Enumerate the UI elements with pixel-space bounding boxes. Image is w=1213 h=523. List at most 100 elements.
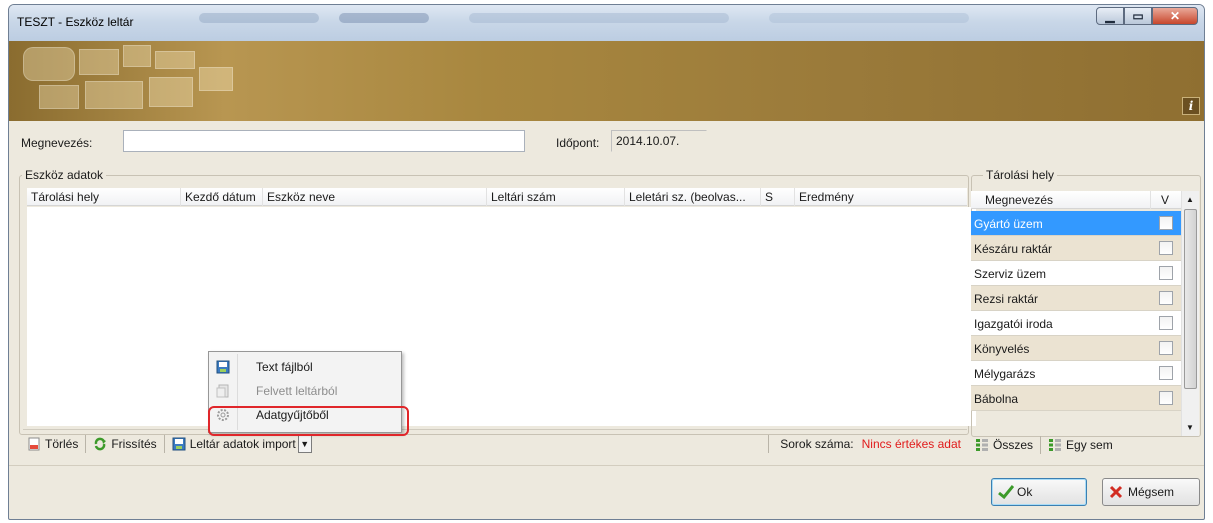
select-none-button[interactable]: Egy sem [1044, 434, 1117, 456]
refresh-button[interactable]: Frissítés [89, 433, 160, 455]
storage-name: Készáru raktár [974, 242, 1053, 256]
disk-import-icon [216, 360, 230, 374]
banner-decoration [155, 51, 195, 69]
select-all-label: Összes [993, 438, 1034, 452]
banner-decoration [79, 49, 119, 75]
window-title: TESZT - Eszköz leltár [17, 15, 134, 29]
storage-checkbox[interactable] [1159, 316, 1173, 330]
list-item[interactable]: Igazgatói iroda [971, 311, 1181, 336]
column-header[interactable]: Leletári sz. (beolvas... [625, 188, 761, 206]
list-item[interactable]: Bábolna [971, 386, 1181, 411]
name-label: Megnevezés: [21, 136, 93, 150]
storage-checkbox[interactable] [1159, 266, 1173, 280]
name-input[interactable] [123, 130, 525, 152]
close-button[interactable]: ✕ [1152, 7, 1198, 25]
scroll-thumb[interactable] [1184, 209, 1197, 389]
document-icon [216, 384, 230, 398]
ok-label: Ok [1017, 485, 1033, 499]
list-item[interactable]: Szerviz üzem [971, 261, 1181, 286]
storage-toolbar: Összes Egy sem [971, 431, 1199, 459]
separator [768, 434, 770, 453]
list-item[interactable]: Készáru raktár [971, 236, 1181, 261]
menu-item-label: Felvett leltárból [256, 384, 338, 398]
storage-scrollbar[interactable]: ▲ ▼ [1181, 191, 1199, 436]
time-label: Időpont: [556, 136, 600, 150]
close-icon: ✕ [1169, 9, 1181, 23]
banner-decoration [39, 85, 79, 109]
storage-name: Gyártó üzem [974, 217, 1043, 231]
storage-name: Szerviz üzem [974, 267, 1047, 281]
checklist-icon [1048, 438, 1062, 452]
disk-import-icon [172, 437, 186, 451]
storage-checkbox[interactable] [1159, 391, 1173, 405]
titlebar-decoration [199, 13, 319, 23]
list-item[interactable]: Rezsi raktár [971, 286, 1181, 311]
import-label: Leltár adatok import [189, 436, 296, 451]
column-header[interactable]: Kezdő dátum [181, 188, 263, 206]
column-header[interactable]: S [761, 188, 795, 206]
menu-item-recorded-inventory[interactable]: Felvett leltárból [211, 380, 399, 402]
assets-group-title: Eszköz adatok [22, 168, 107, 182]
banner-decoration [199, 67, 233, 91]
storage-checkbox[interactable] [1159, 241, 1173, 255]
cross-icon [1109, 485, 1123, 499]
list-item[interactable]: Könyvelés [971, 336, 1181, 361]
title-bar[interactable]: TESZT - Eszköz leltár ▁ ▭ ✕ [9, 5, 1204, 41]
list-item[interactable]: Gyártó üzem [971, 211, 1181, 236]
storage-list: Gyártó üzem Készáru raktár Szerviz üzem … [971, 211, 1181, 429]
time-field[interactable]: 2014.10.07. [611, 130, 707, 152]
assets-grid-body[interactable] [27, 207, 976, 426]
time-value: 2014.10.07. [616, 134, 680, 148]
storage-checkbox[interactable] [1159, 366, 1173, 380]
main-window: TESZT - Eszköz leltár ▁ ▭ ✕ i Megnevezés… [8, 4, 1205, 520]
cancel-label: Mégsem [1128, 485, 1175, 499]
storage-grid-header: Megnevezés V [971, 191, 1181, 209]
column-header[interactable]: Eredmény [795, 188, 967, 206]
select-none-label: Egy sem [1066, 438, 1113, 452]
column-header[interactable]: V [1151, 191, 1181, 209]
assets-grid-header: Tárolási hely Kezdő dátum Eszköz neve Le… [27, 188, 967, 206]
column-header[interactable]: Megnevezés [971, 191, 1151, 209]
delete-button[interactable]: Törlés [23, 433, 82, 455]
banner-decoration [123, 45, 151, 67]
scroll-up-icon[interactable]: ▲ [1186, 195, 1194, 204]
delete-label: Törlés [45, 436, 79, 451]
titlebar-decoration [769, 13, 969, 23]
info-button[interactable]: i [1182, 97, 1200, 115]
menu-item-label: Text fájlból [256, 360, 313, 374]
separator [85, 434, 87, 453]
storage-name: Igazgatói iroda [974, 317, 1053, 331]
maximize-icon: ▭ [1132, 9, 1144, 23]
info-icon: i [1188, 99, 1194, 113]
import-dropdown-button[interactable]: ▼ [297, 434, 312, 453]
menu-item-text-file[interactable]: Text fájlból [211, 356, 399, 378]
cancel-button[interactable]: Mégsem [1102, 478, 1200, 506]
list-item[interactable]: Mélygarázs [971, 361, 1181, 386]
column-header[interactable]: Leltári szám [487, 188, 625, 206]
checkmark-icon [998, 485, 1015, 500]
minimize-button[interactable]: ▁ [1096, 7, 1124, 25]
column-header[interactable]: Eszköz neve [263, 188, 487, 206]
header-banner: i [9, 41, 1204, 121]
minimize-icon: ▁ [1105, 9, 1115, 23]
storage-group-title: Tárolási hely [983, 168, 1058, 182]
storage-checkbox[interactable] [1159, 216, 1173, 230]
column-header[interactable]: Tárolási hely [27, 188, 181, 206]
window-controls: ▁ ▭ ✕ [1096, 7, 1198, 25]
maximize-button[interactable]: ▭ [1124, 7, 1152, 25]
titlebar-decoration [339, 13, 429, 23]
rowcount-label: Sorok száma: [780, 436, 854, 451]
checklist-icon [975, 438, 989, 452]
storage-name: Rezsi raktár [974, 292, 1039, 306]
select-all-button[interactable]: Összes [971, 434, 1037, 456]
highlight-frame [208, 406, 409, 436]
logo-graphic [23, 47, 75, 81]
titlebar-decoration [469, 13, 729, 23]
storage-checkbox[interactable] [1159, 291, 1173, 305]
storage-name: Bábolna [974, 392, 1019, 406]
banner-decoration [149, 77, 193, 107]
ok-button[interactable]: Ok [991, 478, 1087, 506]
separator [1040, 436, 1042, 454]
refresh-icon [93, 437, 107, 451]
storage-checkbox[interactable] [1159, 341, 1173, 355]
